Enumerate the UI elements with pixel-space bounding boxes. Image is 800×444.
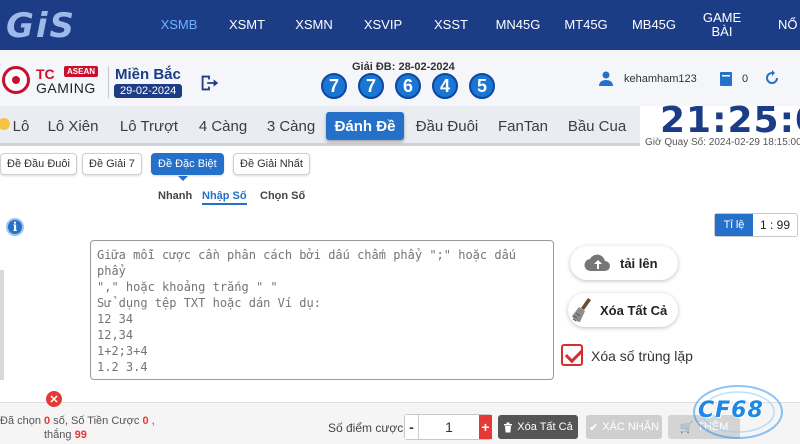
tab-3-cang[interactable]: 3 Càng xyxy=(264,112,318,140)
win-value: 99 xyxy=(74,429,87,441)
selected-prefix: Đã chọn xyxy=(0,415,41,427)
header-divider xyxy=(108,66,109,98)
mode-chon-so[interactable]: Chọn Số xyxy=(260,190,305,202)
summary-trailing: , xyxy=(151,415,155,427)
tab-fantan[interactable]: FanTan xyxy=(494,112,552,140)
provider-gaming-text: GAMING xyxy=(36,80,96,96)
special-prize-digit: 4 xyxy=(432,73,458,99)
subtab-de-giai-nhat[interactable]: Đề Giải Nhất xyxy=(233,153,310,175)
nav-item-xsmb[interactable]: XSMB xyxy=(158,0,200,50)
odds-rate-box: Tỉ lệ 1 : 99 xyxy=(714,213,798,237)
dedupe-checkbox[interactable] xyxy=(561,344,583,366)
site-logo[interactable]: GiS xyxy=(6,6,76,46)
special-prize-label: Giải ĐB: 28-02-2024 xyxy=(352,61,455,73)
provider-asean-badge: ASEAN xyxy=(64,66,99,77)
refresh-icon[interactable] xyxy=(764,70,780,86)
user-icon xyxy=(599,71,613,86)
clear-all-button[interactable]: Xóa Tất Cả xyxy=(498,415,578,439)
close-error-icon[interactable]: ✕ xyxy=(46,391,62,407)
bet-amount-label: Số Tiền Cược xyxy=(70,415,140,427)
tab-4-cang[interactable]: 4 Càng xyxy=(196,112,250,140)
stake-increment-button[interactable]: + xyxy=(479,415,492,439)
subtab-de-giai-7[interactable]: Đề Giải 7 xyxy=(82,153,142,175)
nav-item-xsvip[interactable]: XSVIP xyxy=(362,0,404,50)
tab-danh-de[interactable]: Đánh Đề xyxy=(326,112,404,140)
balance-value: 0 xyxy=(742,73,749,85)
selection-summary: Đã chọn 0 số, Số Tiền Cược 0 , xyxy=(0,415,155,427)
nav-item-xsmn[interactable]: XSMN xyxy=(293,0,335,50)
stake-label: Số điểm cược xyxy=(328,421,404,435)
nav-item-game-bai[interactable]: GAME BÀI xyxy=(700,0,744,50)
info-icon[interactable]: i xyxy=(6,218,24,236)
draw-time: Giờ Quay Số: 2024-02-29 18:15:00 xyxy=(645,137,800,148)
clear-all-pill-button[interactable]: Xóa Tất Cả xyxy=(568,293,678,327)
region-date: 29-02-2024 xyxy=(114,84,183,98)
cf68-watermark-text: CF68 xyxy=(698,398,764,423)
stake-stepper: - 1 + xyxy=(404,414,492,440)
nav-item-xsmt[interactable]: XSMT xyxy=(226,0,268,50)
nav-item-mt45g[interactable]: MT45G xyxy=(563,0,609,50)
special-prize-digit: 7 xyxy=(321,73,347,99)
odds-rate-label: Tỉ lệ xyxy=(715,214,753,236)
upload-button[interactable]: tải lên xyxy=(570,246,678,280)
odds-rate-value: 1 : 99 xyxy=(759,218,791,232)
selected-count: 0 xyxy=(44,415,51,427)
special-prize-digit: 5 xyxy=(469,73,495,99)
broom-icon xyxy=(572,298,591,322)
tab-lo-truot[interactable]: Lô Trượt xyxy=(115,112,183,140)
tab-bau-cua[interactable]: Bầu Cua xyxy=(565,112,629,140)
bet-amount-value: 0 xyxy=(142,415,149,427)
mode-nhap-so[interactable]: Nhập Số xyxy=(202,190,247,205)
countdown-clock: 21:25:09 xyxy=(660,100,800,141)
tab-dau-duoi[interactable]: Đầu Đuôi xyxy=(412,112,482,140)
clear-all-pill-label: Xóa Tất Cả xyxy=(600,302,668,318)
left-edge-panel xyxy=(0,270,4,380)
confirm-label: XÁC NHẬN xyxy=(602,421,660,433)
subtab-de-dac-biet[interactable]: Đề Đặc Biệt xyxy=(151,153,224,181)
tc-gaming-logo-icon xyxy=(2,66,30,94)
top-nav: GiS XSMB XSMT XSMN XSVIP XSST MN45G MT45… xyxy=(0,0,800,50)
confirm-button[interactable]: ✔ XÁC NHẬN xyxy=(586,415,662,439)
cloud-upload-icon xyxy=(584,254,610,272)
nav-item-no-hu[interactable]: NỔ H xyxy=(778,0,800,50)
stake-decrement-button[interactable]: - xyxy=(405,415,419,439)
check-icon: ✔ xyxy=(588,421,599,434)
stake-value[interactable]: 1 xyxy=(419,415,479,439)
app-root: GiS XSMB XSMT XSMN XSVIP XSST MN45G MT45… xyxy=(0,0,800,444)
dedupe-label: Xóa số trùng lặp xyxy=(591,348,693,364)
tab-lo-xien[interactable]: Lô Xiên xyxy=(44,112,102,140)
region-title: Miền Bắc xyxy=(115,66,181,83)
nav-item-mb45g[interactable]: MB45G xyxy=(631,0,677,50)
mode-nhanh[interactable]: Nhanh xyxy=(158,190,192,202)
bet-numbers-textarea[interactable] xyxy=(90,240,554,380)
nav-item-xsst[interactable]: XSST xyxy=(430,0,472,50)
selected-unit: số, xyxy=(53,415,68,427)
trash-icon xyxy=(504,422,513,432)
special-prize-digit: 7 xyxy=(358,73,384,99)
tab-lo[interactable]: Lô xyxy=(10,112,32,140)
win-prefix: thắng xyxy=(44,429,72,441)
upload-label: tải lên xyxy=(620,255,658,271)
subtab-de-dau-duoi[interactable]: Đề Đầu Đuôi xyxy=(0,153,77,175)
special-prize-digit: 6 xyxy=(395,73,421,99)
clear-all-label: Xóa Tất Cả xyxy=(517,421,573,433)
username: kehamham123 xyxy=(624,73,697,85)
exit-icon[interactable] xyxy=(198,72,220,94)
wallet-icon xyxy=(720,72,732,86)
win-summary: thắng 99 xyxy=(44,429,87,441)
nav-item-mn45g[interactable]: MN45G xyxy=(495,0,541,50)
